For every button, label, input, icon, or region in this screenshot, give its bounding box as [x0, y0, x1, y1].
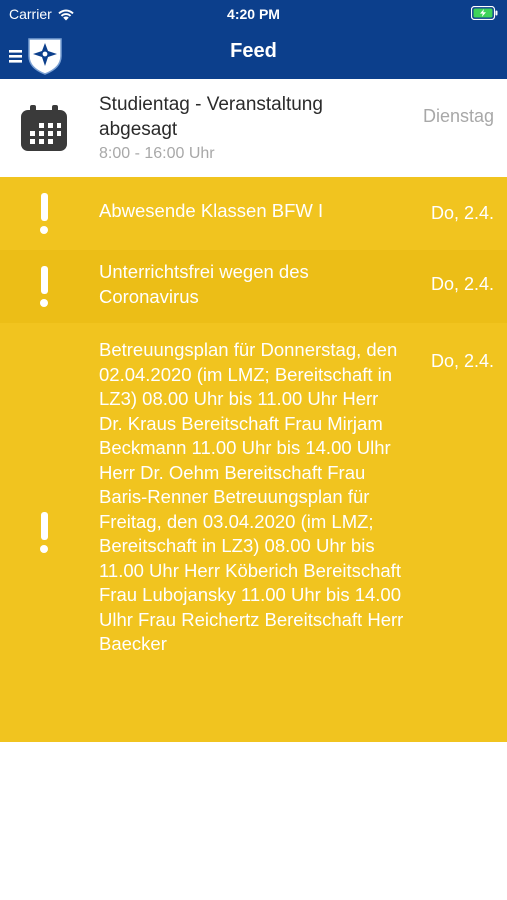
event-title: Studientag - Veranstaltung abgesagt — [99, 94, 323, 140]
alert-text: Betreuungsplan für Donnerstag, den 02.04… — [99, 339, 404, 654]
status-time: 4:20 PM — [227, 6, 280, 22]
exclamation-icon — [40, 512, 48, 553]
calendar-icon — [21, 105, 67, 151]
event-date: Dienstag — [422, 106, 494, 126]
navigation-header: Carrier 4:20 PM Feed — [0, 0, 507, 79]
feed-list: Studientag - Veranstaltung abgesagt 8:00… — [0, 79, 507, 742]
feed-item-event[interactable]: Studientag - Veranstaltung abgesagt 8:00… — [0, 79, 507, 177]
event-time: 8:00 - 16:00 Uhr — [99, 145, 215, 162]
feed-item-alert[interactable]: Unterrichtsfrei wegen des Coronavirus Do… — [0, 250, 507, 323]
alert-date: Do, 2.4. — [430, 203, 494, 223]
battery-charging-icon — [470, 5, 498, 23]
feed-item-alert[interactable]: Abwesende Klassen BFW I Do, 2.4. — [0, 177, 507, 250]
feed-item-alert[interactable]: Betreuungsplan für Donnerstag, den 02.04… — [0, 323, 507, 742]
alert-icon-cell — [0, 250, 88, 323]
exclamation-icon — [40, 193, 48, 234]
event-icon-cell — [0, 79, 88, 177]
page-title: Feed — [230, 40, 277, 62]
alert-text: Abwesende Klassen BFW I — [99, 200, 324, 221]
nav-row: Feed — [0, 28, 507, 79]
alert-date: Do, 2.4. — [430, 274, 494, 294]
status-bar: Carrier 4:20 PM — [0, 0, 507, 28]
alert-text: Unterrichtsfrei wegen des Coronavirus — [99, 261, 309, 307]
exclamation-icon — [40, 266, 48, 307]
alert-icon-cell — [0, 177, 88, 250]
alert-date: Do, 2.4. — [430, 351, 494, 371]
alert-icon-cell — [0, 323, 88, 742]
